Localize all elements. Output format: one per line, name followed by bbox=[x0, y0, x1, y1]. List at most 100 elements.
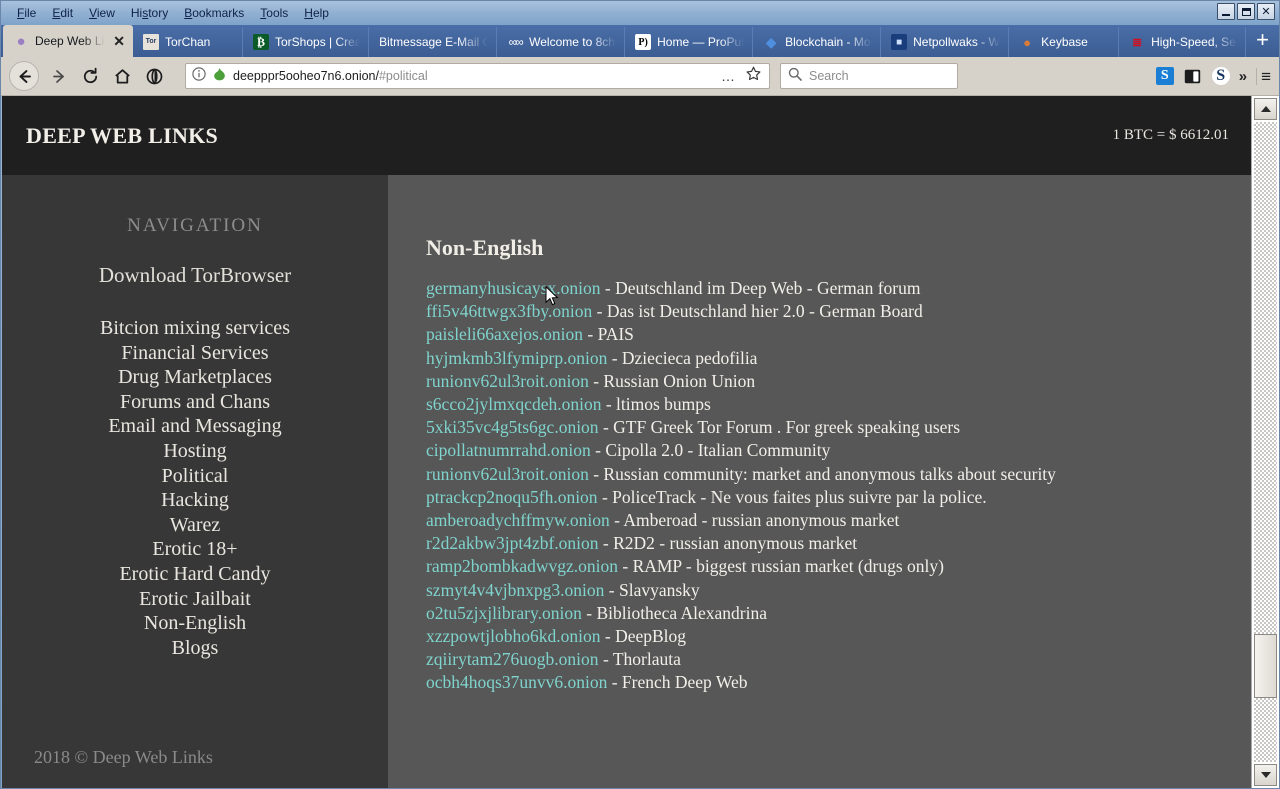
tab-label: Bitmessage E-Mail Gat bbox=[379, 35, 488, 49]
scroll-up-icon[interactable] bbox=[1254, 98, 1277, 120]
sidebar-item-hosting[interactable]: Hosting bbox=[2, 439, 388, 464]
onion-link[interactable]: ptrackcp2noqu5fh.onion bbox=[426, 487, 598, 507]
info-circle-icon[interactable] bbox=[192, 66, 206, 86]
link-separator: - bbox=[604, 579, 619, 600]
tab-bitmessage[interactable]: Bitmessage E-Mail Gat bbox=[369, 27, 498, 57]
scrollbar-thumb[interactable] bbox=[1254, 634, 1277, 698]
close-button[interactable]: ✕ bbox=[1257, 3, 1275, 20]
list-item: szmyt4v4vjbnxpg3.onion - Slavyansky bbox=[426, 579, 1251, 602]
menu-view[interactable]: View bbox=[81, 3, 123, 23]
tab-blockchain[interactable]: ◆ Blockchain - Most bbox=[753, 27, 882, 57]
home-icon[interactable] bbox=[107, 61, 137, 91]
scrollbar-track[interactable] bbox=[1254, 122, 1277, 762]
new-tab-button[interactable]: + bbox=[1246, 29, 1279, 57]
sidebar-item-forums-and-chans[interactable]: Forums and Chans bbox=[2, 390, 388, 415]
minimize-button[interactable] bbox=[1217, 3, 1235, 20]
link-description: PAIS bbox=[597, 324, 634, 345]
site-header: DEEP WEB LINKS 1 BTC = $ 6612.01 bbox=[2, 96, 1251, 175]
reload-icon[interactable] bbox=[75, 61, 105, 91]
sidebar-item-erotic-hard-candy[interactable]: Erotic Hard Candy bbox=[2, 562, 388, 587]
noscript-icon[interactable]: S bbox=[1155, 67, 1174, 85]
link-description: Russian community: market and anonymous … bbox=[603, 463, 1056, 484]
list-item: ptrackcp2noqu5fh.onion - PoliceTrack - N… bbox=[426, 486, 1251, 509]
star-icon[interactable] bbox=[746, 66, 761, 86]
list-item: hyjmkmb3lfymiprp.onion - Dziecieca pedof… bbox=[426, 347, 1251, 370]
tab-propublica[interactable]: P) Home — ProPubli bbox=[625, 27, 754, 57]
onion-link[interactable]: runionv62ul3roit.onion bbox=[426, 371, 589, 391]
link-description: Das ist Deutschland hier 2.0 - German Bo… bbox=[606, 301, 923, 322]
highspeed-icon: ≣ bbox=[1132, 35, 1143, 49]
overflow-chevron-icon[interactable]: » bbox=[1239, 68, 1247, 85]
onion-link[interactable]: paisleli66axejos.onion bbox=[426, 324, 583, 344]
back-arrow-icon[interactable] bbox=[9, 61, 39, 91]
section-heading: Non-English bbox=[426, 235, 544, 260]
menu-edit[interactable]: Edit bbox=[44, 3, 81, 23]
toolbar-extensions: S S » ≡ bbox=[1155, 66, 1271, 86]
menu-history[interactable]: History bbox=[123, 3, 176, 23]
link-separator: - bbox=[601, 394, 617, 415]
link-description: Thorlauta bbox=[612, 649, 681, 670]
sidebar-item-email-and-messaging[interactable]: Email and Messaging bbox=[2, 414, 388, 439]
hamburger-menu-icon[interactable]: ≡ bbox=[1256, 67, 1271, 85]
menu-help[interactable]: Help bbox=[296, 3, 337, 23]
onion-link[interactable]: o2tu5zjxjlibrary.onion bbox=[426, 603, 582, 623]
https-everywhere-icon[interactable]: S bbox=[1211, 67, 1230, 85]
tab-torchan[interactable]: Tor TorChan bbox=[133, 27, 243, 57]
onion-button-icon[interactable] bbox=[139, 61, 169, 91]
link-separator: - bbox=[583, 324, 598, 345]
tab-close-icon[interactable]: ✕ bbox=[113, 34, 125, 48]
tab-high-speed[interactable]: ≣ High-Speed, Sec bbox=[1119, 27, 1247, 57]
maximize-button[interactable] bbox=[1237, 3, 1255, 20]
sidebar-item-drug-marketplaces[interactable]: Drug Marketplaces bbox=[2, 365, 388, 390]
tab-8chan[interactable]: ∞∞ Welcome to 8cha bbox=[497, 27, 626, 57]
tab-torshops[interactable]: ₿ TorShops | Creat bbox=[243, 27, 370, 57]
onion-link[interactable]: ramp2bombkadwvgz.onion bbox=[426, 556, 618, 576]
page-actions-icon[interactable]: … bbox=[721, 69, 736, 83]
menu-bookmarks[interactable]: Bookmarks bbox=[176, 3, 252, 23]
onion-link[interactable]: ffi5v46ttwgx3fby.onion bbox=[426, 301, 592, 321]
url-text: deepppr5ooheo7n6.onion/#political bbox=[233, 69, 428, 83]
sidebar-item-download-torbrowser[interactable]: Download TorBrowser bbox=[2, 263, 388, 288]
menu-tools[interactable]: Tools bbox=[252, 3, 296, 23]
sidebar-item-blogs[interactable]: Blogs bbox=[2, 636, 388, 661]
link-description: Russian Onion Union bbox=[603, 370, 756, 391]
scroll-down-icon[interactable] bbox=[1254, 764, 1277, 786]
tab-deep-web-links[interactable]: ● Deep Web Lin ✕ bbox=[3, 25, 133, 57]
reader-view-icon[interactable] bbox=[1183, 66, 1203, 86]
sidebar-item-financial-services[interactable]: Financial Services bbox=[2, 341, 388, 366]
sidebar-item-hacking[interactable]: Hacking bbox=[2, 488, 388, 513]
tab-keybase[interactable]: ● Keybase bbox=[1009, 27, 1120, 57]
page-viewport: DEEP WEB LINKS 1 BTC = $ 6612.01 NAVIGAT… bbox=[2, 96, 1279, 788]
sidebar-item-warez[interactable]: Warez bbox=[2, 513, 388, 538]
tab-label: Home — ProPubli bbox=[657, 35, 745, 49]
onion-link[interactable]: szmyt4v4vjbnxpg3.onion bbox=[426, 580, 604, 600]
sidebar-item-bitcion-mixing-services[interactable]: Bitcion mixing services bbox=[2, 316, 388, 341]
forward-arrow-icon[interactable] bbox=[43, 61, 73, 91]
sidebar-item-political[interactable]: Political bbox=[2, 464, 388, 489]
sidebar-item-erotic-18plus[interactable]: Erotic 18+ bbox=[2, 537, 388, 562]
onion-link[interactable]: runionv62ul3roit.onion bbox=[426, 464, 589, 484]
onion-link[interactable]: hyjmkmb3lfymiprp.onion bbox=[426, 348, 607, 368]
onion-link[interactable]: xzzpowtjlobho6kd.onion bbox=[426, 626, 601, 646]
onion-link[interactable]: cipollatnumrrahd.onion bbox=[426, 440, 591, 460]
onion-link[interactable]: amberoadychffmyw.onion bbox=[426, 510, 610, 530]
sidebar-item-non-english[interactable]: Non-English bbox=[2, 611, 388, 636]
onion-link[interactable]: s6cco2jylmxqcdeh.onion bbox=[426, 394, 601, 414]
address-bar[interactable]: deepppr5ooheo7n6.onion/#political … bbox=[185, 63, 770, 89]
menu-file[interactable]: File bbox=[9, 3, 44, 23]
tab-netpollwaks[interactable]: ■ Netpollwaks - We bbox=[881, 27, 1010, 57]
list-item: germanyhusicaysx.onion - Deutschland im … bbox=[426, 277, 1251, 300]
list-item: paisleli66axejos.onion - PAIS bbox=[426, 323, 1251, 346]
onion-link[interactable]: ocbh4hoqs37unvv6.onion bbox=[426, 672, 607, 692]
sidebar-item-erotic-jailbait[interactable]: Erotic Jailbait bbox=[2, 587, 388, 612]
onion-link[interactable]: r2d2akbw3jpt4zbf.onion bbox=[426, 533, 599, 553]
link-list: germanyhusicaysx.onion - Deutschland im … bbox=[426, 277, 1251, 695]
search-input[interactable] bbox=[809, 69, 950, 83]
search-box[interactable] bbox=[780, 63, 958, 89]
vertical-scrollbar[interactable] bbox=[1251, 96, 1279, 788]
onion-link[interactable]: 5xki35vc4g5ts6gc.onion bbox=[426, 417, 599, 437]
onion-link[interactable]: germanyhusicaysx.onion bbox=[426, 278, 600, 298]
onion-link[interactable]: zqiirytam276uogb.onion bbox=[426, 649, 599, 669]
bitcoin-icon: ₿ bbox=[253, 34, 269, 50]
link-description: Amberoad - russian anonymous market bbox=[623, 510, 900, 531]
